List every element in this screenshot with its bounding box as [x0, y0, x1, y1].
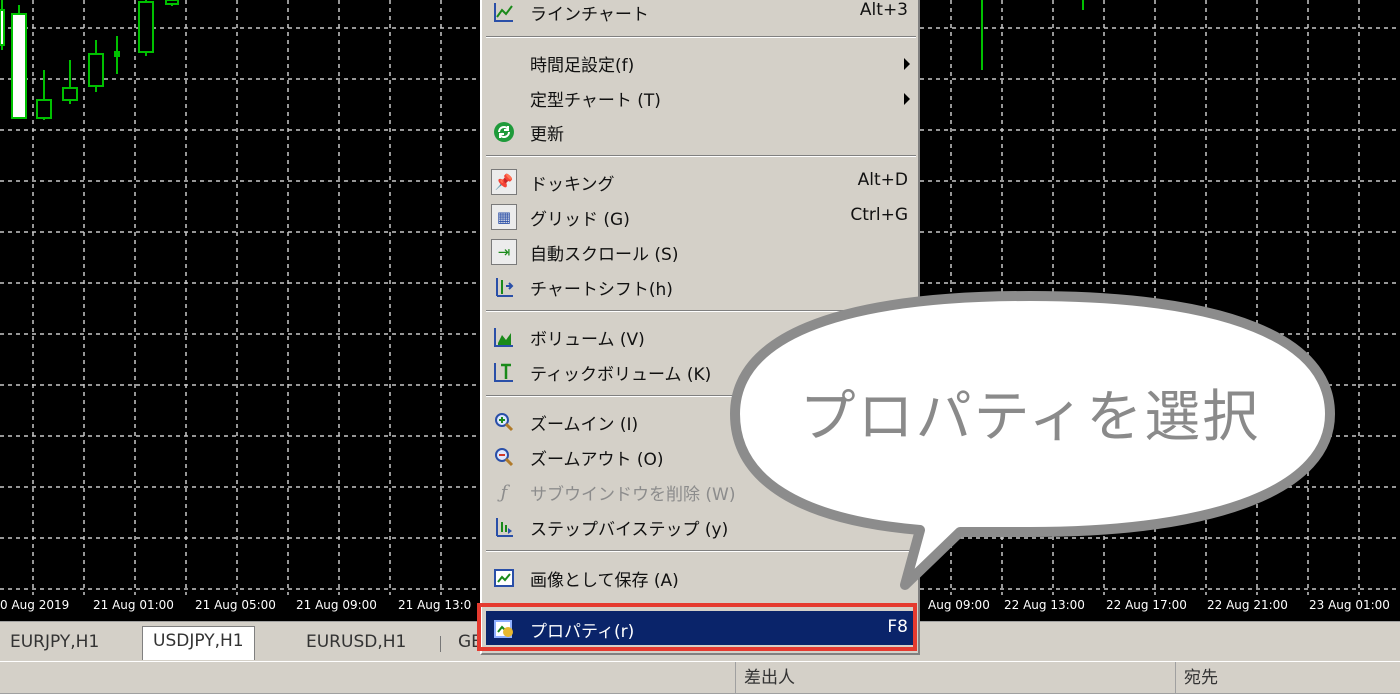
menu-item-volume[interactable]: ボリューム (V)	[486, 319, 916, 353]
menu-item-label: 時間足設定(f)	[530, 56, 635, 76]
time-label: 22 Aug 17:00	[1106, 598, 1187, 612]
menu-separator	[486, 155, 916, 157]
candle-body	[165, 0, 179, 5]
menu-item-label: 定型チャート (T)	[530, 91, 661, 111]
menu-item-label: ティックボリューム (K)	[530, 365, 712, 385]
menu-item-shortcut: Alt+3	[859, 0, 908, 20]
menu-item-shortcut: F12	[876, 515, 908, 535]
menu-item-label: グリッド (G)	[530, 210, 630, 230]
menu-item-grid[interactable]: ▦ グリッド (G) Ctrl+G	[486, 199, 916, 233]
menu-item-shortcut: Ctrl+G	[850, 205, 908, 225]
chart-shift-icon	[490, 273, 518, 301]
menu-item-template[interactable]: 定型チャート (T)	[486, 80, 916, 114]
column-header-sender[interactable]: 差出人	[735, 662, 1175, 694]
pin-icon: 📌	[490, 168, 518, 196]
step-icon	[490, 513, 518, 541]
menu-item-label: 自動スクロール (S)	[530, 245, 679, 265]
candle-body	[114, 51, 120, 57]
menu-item-label: チャートシフト(h)	[530, 280, 673, 300]
submenu-arrow-icon	[904, 58, 910, 70]
auto-scroll-icon: ⇥	[490, 238, 518, 266]
tab-eurjpy[interactable]: EURJPY,H1	[0, 628, 109, 658]
candle-body	[62, 87, 78, 101]
candle-body	[138, 1, 154, 53]
remove-subwindow-icon: ƒ	[500, 481, 508, 503]
volume-icon	[490, 323, 518, 351]
menu-separator	[486, 550, 916, 552]
menu-separator	[486, 310, 916, 312]
column-header-recipient[interactable]: 宛先	[1175, 662, 1400, 694]
menu-item-label: ズームイン (I)	[530, 415, 639, 435]
tab-eurusd[interactable]: EURUSD,H1	[296, 628, 416, 658]
menu-item-step-by-step[interactable]: ステップバイステップ (y) F12	[486, 509, 916, 543]
time-label: 22 Aug 13:00	[1004, 598, 1085, 612]
zoom-in-icon	[490, 408, 518, 436]
menu-item-timeframe[interactable]: 時間足設定(f)	[486, 45, 916, 79]
menu-item-shortcut: Alt+D	[857, 170, 908, 190]
menu-item-label: ラインチャート	[530, 5, 649, 25]
column-header-blank[interactable]	[0, 662, 735, 694]
menu-item-line-chart[interactable]: ラインチャート Alt+3	[486, 0, 916, 28]
candle-body	[88, 53, 104, 87]
menu-separator	[486, 36, 916, 38]
tab-separator	[440, 636, 441, 652]
chart-context-menu: ラインチャート Alt+3 時間足設定(f) 定型チャート (T) 更新 📌 ド…	[480, 0, 920, 655]
menu-item-auto-scroll[interactable]: ⇥ 自動スクロール (S)	[486, 234, 916, 268]
menu-item-label: ズームアウト (O)	[530, 450, 664, 470]
properties-highlight-frame	[477, 603, 917, 651]
menu-item-chart-shift[interactable]: チャートシフト(h)	[486, 269, 916, 303]
menu-item-save-image[interactable]: 画像として保存 (A)	[486, 560, 916, 594]
candle-body	[0, 9, 5, 46]
time-label: 21 Aug 09:00	[296, 598, 377, 612]
menu-item-docking[interactable]: 📌 ドッキング Alt+D	[486, 164, 916, 198]
time-label: 0 Aug 2019	[0, 598, 70, 612]
refresh-icon	[490, 118, 518, 146]
menu-item-refresh[interactable]: 更新	[486, 114, 916, 148]
tick-volume-icon	[490, 358, 518, 386]
menu-item-label: ステップバイステップ (y)	[530, 520, 729, 540]
menu-item-label: 更新	[530, 125, 564, 145]
menu-item-label: ドッキング	[530, 175, 615, 195]
time-label: 21 Aug 05:00	[195, 598, 276, 612]
terminal-mailbox-header: 差出人 宛先	[0, 661, 1400, 700]
line-chart-icon	[490, 0, 518, 26]
zoom-out-icon	[490, 443, 518, 471]
candle-body	[11, 13, 27, 119]
menu-item-remove-subwindow[interactable]: ƒ サブウインドウを削除 (W)	[486, 474, 916, 508]
time-label: Aug 09:00	[928, 598, 990, 612]
grid-icon: ▦	[490, 203, 518, 231]
time-label: 21 Aug 01:00	[93, 598, 174, 612]
menu-item-label: サブウインドウを削除 (W)	[530, 485, 736, 505]
time-label: 22 Aug 21:00	[1207, 598, 1288, 612]
save-image-icon	[490, 564, 518, 592]
time-label: 23 Aug 01:00	[1309, 598, 1390, 612]
submenu-arrow-icon	[904, 93, 910, 105]
terminal-list-area	[0, 694, 1400, 700]
tab-usdjpy[interactable]: USDJPY,H1	[142, 626, 255, 660]
menu-item-label: ボリューム (V)	[530, 330, 645, 350]
menu-item-label: 画像として保存 (A)	[530, 571, 679, 591]
callout-text: プロパティを選択	[799, 385, 1261, 450]
time-label: 21 Aug 13:0	[398, 598, 472, 612]
candle-body	[36, 99, 52, 119]
